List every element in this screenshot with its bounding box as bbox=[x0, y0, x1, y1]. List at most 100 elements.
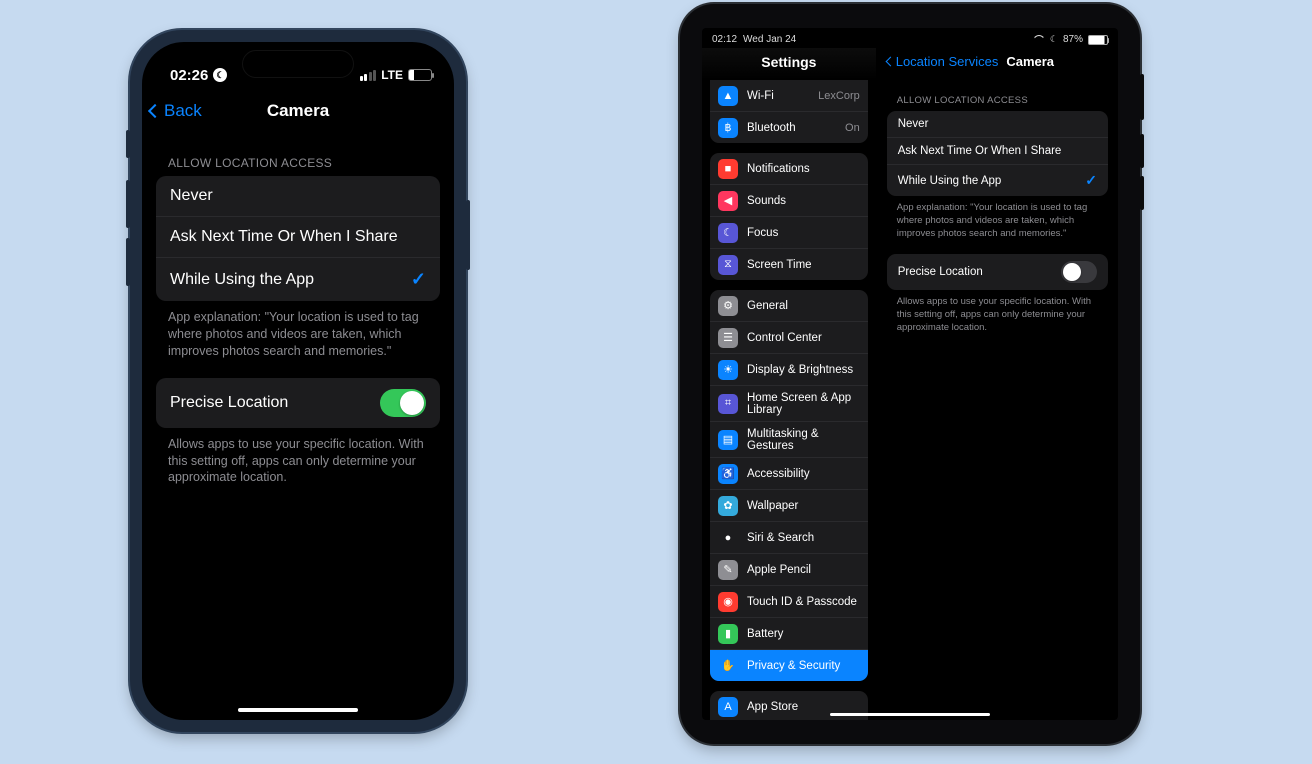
location-options-group: Never Ask Next Time Or When I Share Whil… bbox=[887, 111, 1108, 196]
hand-icon: ✋ bbox=[718, 656, 738, 676]
sidebar-item-label: Display & Brightness bbox=[747, 364, 853, 376]
sidebar-item-screen-time[interactable]: ⧖ Screen Time bbox=[710, 249, 868, 280]
explanation-text: App explanation: "Your location is used … bbox=[887, 196, 1108, 240]
home-indicator[interactable] bbox=[830, 713, 990, 716]
power-button bbox=[1140, 74, 1144, 120]
sidebar-item-accessibility[interactable]: ♿Accessibility bbox=[710, 458, 868, 490]
cellular-bars-icon bbox=[360, 70, 377, 81]
gear-icon: ⚙ bbox=[718, 296, 738, 316]
section-header-location: Allow Location Access bbox=[887, 79, 1108, 111]
option-never[interactable]: Never bbox=[887, 111, 1108, 138]
sidebar-item-label: Notifications bbox=[747, 163, 810, 175]
precise-location-group: Precise Location bbox=[887, 254, 1108, 290]
multi-icon: ▤ bbox=[718, 430, 738, 450]
option-while-using[interactable]: While Using the App ✓ bbox=[887, 165, 1108, 196]
checkmark-icon: ✓ bbox=[1085, 172, 1097, 189]
moon-icon: ☾ bbox=[718, 223, 738, 243]
sidebar-item-focus[interactable]: ☾ Focus bbox=[710, 217, 868, 249]
sidebar-item-sounds[interactable]: ◀Sounds bbox=[710, 185, 868, 217]
ipad-device: 02:12 Wed Jan 24 ☾ 87% Settings ▲Wi-FiLe… bbox=[680, 4, 1140, 744]
sidebar-item-siri-search[interactable]: ●Siri & Search bbox=[710, 522, 868, 554]
option-ask-next-time[interactable]: Ask Next Time Or When I Share bbox=[156, 217, 440, 258]
wifi-icon bbox=[1033, 35, 1045, 44]
battery-icon: 22 bbox=[408, 69, 432, 81]
explanation-text: App explanation: "Your location is used … bbox=[156, 301, 440, 360]
sidebar-item-apple-pencil[interactable]: ✎ Apple Pencil bbox=[710, 554, 868, 586]
status-bar: 02:12 Wed Jan 24 ☾ 87% bbox=[702, 28, 1118, 48]
sidebar-group-general: ⚙ General ☰Control Center ☀ Display & Bright… bbox=[710, 290, 868, 681]
sidebar-item-home-screen-app-library[interactable]: ⌗Home Screen & App Library bbox=[710, 386, 868, 422]
focus-moon-icon: ☾ bbox=[213, 68, 227, 82]
option-ask-next-time[interactable]: Ask Next Time Or When I Share bbox=[887, 138, 1108, 165]
sidebar-item-label: Apple Pencil bbox=[747, 564, 811, 576]
settings-sidebar: Settings ▲Wi-FiLexCorp ฿ Bluetooth On ■ Noti… bbox=[702, 48, 877, 720]
sidebar-item-label: Screen Time bbox=[747, 259, 812, 271]
sidebar-item-label: Wallpaper bbox=[747, 500, 798, 512]
bt-icon: ฿ bbox=[718, 118, 738, 138]
sidebar-item-wallpaper[interactable]: ✿ Wallpaper bbox=[710, 490, 868, 522]
carrier-label: LTE bbox=[381, 68, 403, 82]
sidebar-group-notifications: ■ Notifications ◀Sounds ☾ Focus ⧖ Screen Time bbox=[710, 153, 868, 280]
status-time: 02:12 bbox=[712, 34, 737, 45]
sidebar-item-multitasking-gestures[interactable]: ▤ Multitasking & Gestures bbox=[710, 422, 868, 458]
battery-percent: 87% bbox=[1063, 34, 1083, 45]
detail-nav-bar: Location Services Camera bbox=[877, 48, 1118, 79]
option-label: Ask Next Time Or When I Share bbox=[170, 228, 398, 246]
sidebar-item-display-brightness[interactable]: ☀ Display & Brightness bbox=[710, 354, 868, 386]
precise-location-toggle[interactable] bbox=[1061, 261, 1097, 283]
astore-icon: A bbox=[718, 697, 738, 717]
sidebar-item-privacy-security[interactable]: ✋ Privacy & Security bbox=[710, 650, 868, 681]
sidebar-item-touch-id-passcode[interactable]: ◉Touch ID & Passcode bbox=[710, 586, 868, 618]
bright-icon: ☀ bbox=[718, 360, 738, 380]
back-button[interactable]: Back bbox=[150, 101, 202, 121]
sidebar-item-wi-fi[interactable]: ▲Wi-FiLexCorp bbox=[710, 80, 868, 112]
detail-pane: Location Services Camera Allow Location … bbox=[877, 48, 1118, 720]
sidebar-group-connectivity: ▲Wi-FiLexCorp ฿ Bluetooth On bbox=[710, 80, 868, 143]
chevron-left-icon bbox=[885, 57, 895, 67]
sidebar-item-label: Multitasking & Gestures bbox=[747, 428, 860, 452]
sidebar-item-label: Touch ID & Passcode bbox=[747, 596, 857, 608]
back-label: Back bbox=[164, 101, 202, 121]
volume-down-button bbox=[126, 238, 130, 286]
location-options-group: Never Ask Next Time Or When I Share Whil… bbox=[156, 176, 440, 301]
option-label: Never bbox=[898, 118, 929, 130]
sidebar-item-bluetooth[interactable]: ฿ Bluetooth On bbox=[710, 112, 868, 143]
battery-icon bbox=[1088, 35, 1108, 45]
option-never[interactable]: Never bbox=[156, 176, 440, 217]
wall-icon: ✿ bbox=[718, 496, 738, 516]
access-icon: ♿ bbox=[718, 464, 738, 484]
iphone-screen: 02:26 ☾ LTE 22 Back Camera Allow Locatio… bbox=[142, 42, 454, 720]
nav-bar: Back Camera bbox=[142, 90, 454, 132]
sidebar-title: Settings bbox=[702, 48, 876, 80]
sidebar-item-label: Privacy & Security bbox=[747, 660, 840, 672]
pencil-icon: ✎ bbox=[718, 560, 738, 580]
sidebar-item-label: General bbox=[747, 300, 788, 312]
timer-icon: ⧖ bbox=[718, 255, 738, 275]
option-label: Never bbox=[170, 187, 213, 205]
precise-location-row[interactable]: Precise Location bbox=[156, 378, 440, 428]
option-label: While Using the App bbox=[170, 271, 314, 289]
sidebar-item-battery[interactable]: ▮Battery bbox=[710, 618, 868, 650]
status-date: Wed Jan 24 bbox=[743, 34, 796, 45]
precise-location-toggle[interactable] bbox=[380, 389, 426, 417]
precise-footer-text: Allows apps to use your specific locatio… bbox=[156, 428, 440, 487]
sidebar-item-value: LexCorp bbox=[818, 90, 860, 102]
sidebar-item-notifications[interactable]: ■ Notifications bbox=[710, 153, 868, 185]
precise-location-row[interactable]: Precise Location bbox=[887, 254, 1108, 290]
precise-footer-text: Allows apps to use your specific locatio… bbox=[887, 290, 1108, 334]
home-indicator[interactable] bbox=[238, 708, 358, 712]
option-while-using[interactable]: While Using the App ✓ bbox=[156, 258, 440, 301]
sidebar-item-label: Focus bbox=[747, 227, 778, 239]
sidebar-item-value: On bbox=[845, 122, 860, 134]
bell-icon: ■ bbox=[718, 159, 738, 179]
sidebar-item-general[interactable]: ⚙ General bbox=[710, 290, 868, 322]
volume-up-button bbox=[1140, 134, 1144, 168]
siri-icon: ● bbox=[718, 528, 738, 548]
sidebar-item-label: Sounds bbox=[747, 195, 786, 207]
dynamic-island bbox=[242, 50, 354, 78]
sidebar-item-label: Bluetooth bbox=[747, 122, 796, 134]
ctrl-icon: ☰ bbox=[718, 328, 738, 348]
back-button[interactable]: Location Services bbox=[887, 54, 999, 69]
focus-moon-icon: ☾ bbox=[1050, 34, 1058, 45]
sidebar-item-control-center[interactable]: ☰Control Center bbox=[710, 322, 868, 354]
